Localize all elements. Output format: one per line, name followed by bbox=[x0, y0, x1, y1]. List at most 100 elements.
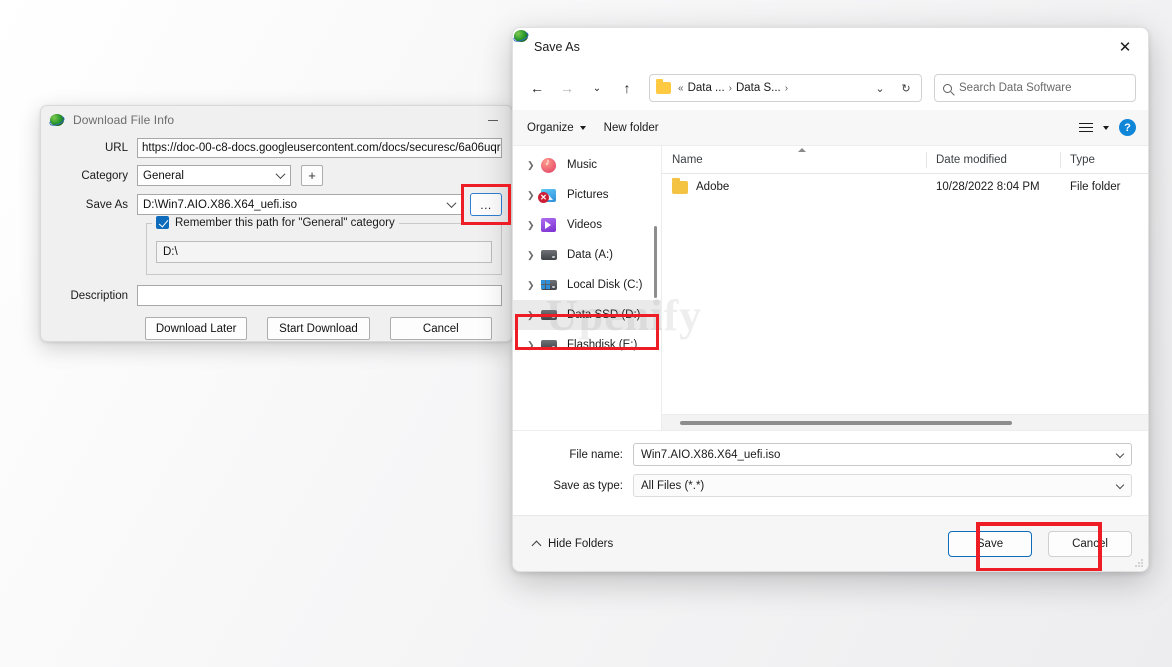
browse-button-wrap: ... bbox=[461, 184, 511, 225]
save-as-type-value: All Files (*.*) bbox=[641, 479, 705, 492]
breadcrumb-tail: ⌄ ↻ bbox=[867, 75, 919, 101]
forward-icon[interactable]: → bbox=[553, 74, 581, 102]
tree-item-flashdisk-e[interactable]: ❯ Flashdisk (E:) bbox=[513, 330, 661, 360]
minimize-button[interactable] bbox=[478, 108, 508, 132]
resize-grip[interactable] bbox=[1134, 558, 1144, 568]
file-name-row: File name: Win7.AIO.X86.X64_uefi.iso bbox=[529, 443, 1132, 466]
tree-item-pictures[interactable]: ❯ ✕ Pictures bbox=[513, 180, 661, 210]
expand-chevron-icon[interactable]: ❯ bbox=[527, 340, 541, 351]
add-category-button[interactable]: + bbox=[301, 165, 323, 186]
chevron-down-icon[interactable] bbox=[1103, 125, 1109, 130]
idm-button-bar: Download Later Start Download Cancel bbox=[145, 317, 492, 340]
save-as-type-select[interactable]: All Files (*.*) bbox=[633, 474, 1132, 497]
remember-path-field[interactable]: D:\ bbox=[156, 241, 492, 263]
expand-chevron-icon[interactable]: ❯ bbox=[527, 220, 541, 231]
category-label: Category bbox=[81, 169, 128, 182]
search-icon bbox=[943, 83, 952, 93]
new-folder-button[interactable]: New folder bbox=[604, 122, 659, 134]
description-input[interactable] bbox=[137, 285, 502, 306]
search-placeholder: Search Data Software bbox=[959, 82, 1072, 94]
expand-chevron-icon[interactable]: ❯ bbox=[527, 310, 541, 321]
organize-label: Organize bbox=[527, 121, 574, 134]
breadcrumb-crumb-2[interactable]: Data S... bbox=[736, 82, 781, 94]
tree-scrollbar[interactable] bbox=[654, 226, 657, 298]
file-list-column-headers: Name Date modified Type bbox=[662, 146, 1148, 174]
remember-path-checkbox[interactable] bbox=[156, 216, 169, 229]
breadcrumb-crumb-1[interactable]: Data ... bbox=[688, 82, 725, 94]
remember-path-group: Remember this path for "General" categor… bbox=[146, 216, 502, 275]
column-header-type[interactable]: Type bbox=[1060, 146, 1148, 174]
category-select[interactable]: General bbox=[137, 165, 291, 186]
file-list-pane: Name Date modified Type Adobe 10/28/2022… bbox=[661, 146, 1148, 430]
breadcrumb-separator-2: › bbox=[784, 82, 789, 94]
drive-icon bbox=[541, 310, 561, 320]
breadcrumb[interactable]: « Data ... › Data S... › ⌄ ↻ bbox=[649, 74, 922, 102]
tree-item-label: Local Disk (C:) bbox=[567, 279, 643, 291]
tree-item-music[interactable]: ❯ Music bbox=[513, 150, 661, 180]
tree-item-data-a[interactable]: ❯ Data (A:) bbox=[513, 240, 661, 270]
tree-item-data-ssd-d[interactable]: ❯ Data SSD (D:) bbox=[513, 300, 661, 330]
save-button[interactable]: Save bbox=[948, 530, 1032, 557]
tree-item-videos[interactable]: ❯ Videos bbox=[513, 210, 661, 240]
column-header-name[interactable]: Name bbox=[662, 146, 926, 174]
column-header-date-modified[interactable]: Date modified bbox=[926, 146, 1060, 174]
remember-path-label: Remember this path for "General" categor… bbox=[175, 216, 395, 229]
tree-item-local-disk-c[interactable]: ❯ Local Disk (C:) bbox=[513, 270, 661, 300]
up-icon[interactable]: ↑ bbox=[613, 74, 641, 102]
file-name-label: File name: bbox=[569, 448, 623, 461]
chevron-down-icon[interactable] bbox=[1115, 449, 1125, 458]
idm-cancel-button[interactable]: Cancel bbox=[389, 317, 492, 340]
command-bar-right: ? bbox=[1079, 119, 1136, 136]
file-list[interactable]: Adobe 10/28/2022 8:04 PM File folder bbox=[662, 174, 1148, 430]
description-label: Description bbox=[70, 289, 128, 302]
remember-path-legend: Remember this path for "General" categor… bbox=[152, 216, 399, 229]
recent-locations-icon[interactable]: ⌄ bbox=[583, 74, 611, 102]
help-icon[interactable]: ? bbox=[1119, 119, 1136, 136]
drive-icon bbox=[541, 250, 561, 260]
expand-chevron-icon[interactable]: ❯ bbox=[527, 160, 541, 171]
horizontal-scrollbar[interactable] bbox=[662, 414, 1148, 430]
breadcrumb-dropdown-icon[interactable]: ⌄ bbox=[867, 75, 893, 101]
navigation-tree: ❯ Music ❯ ✕ Pictures ❯ Videos ❯ D bbox=[513, 146, 661, 430]
save-as-fields: File name: Win7.AIO.X86.X64_uefi.iso Sav… bbox=[513, 430, 1148, 515]
save-as-dialog: Save As ✕ ← → ⌄ ↑ « Data ... › Data S...… bbox=[512, 27, 1149, 572]
back-icon[interactable]: ← bbox=[523, 74, 551, 102]
save-as-cancel-button[interactable]: Cancel bbox=[1048, 530, 1132, 557]
breadcrumb-separator: › bbox=[728, 82, 732, 94]
chevron-down-icon bbox=[446, 197, 457, 208]
search-input[interactable]: Search Data Software bbox=[934, 74, 1136, 102]
save-as-navigation-bar: ← → ⌄ ↑ « Data ... › Data S... › ⌄ ↻ Sea… bbox=[513, 66, 1148, 110]
save-as-actions: Save Cancel bbox=[948, 530, 1132, 557]
file-name-input[interactable]: Win7.AIO.X86.X64_uefi.iso bbox=[633, 443, 1132, 466]
refresh-icon[interactable]: ↻ bbox=[893, 75, 919, 101]
music-icon bbox=[541, 157, 561, 173]
category-value: General bbox=[143, 169, 184, 182]
close-icon[interactable]: ✕ bbox=[1102, 28, 1148, 66]
chevron-down-icon[interactable] bbox=[1115, 480, 1125, 489]
folder-icon bbox=[672, 177, 688, 194]
save-as-command-bar: Organize New folder ? bbox=[513, 110, 1148, 146]
table-row[interactable]: Adobe 10/28/2022 8:04 PM File folder bbox=[662, 174, 1148, 200]
hide-folders-toggle[interactable]: Hide Folders bbox=[531, 537, 614, 550]
browse-button[interactable]: ... bbox=[470, 193, 502, 216]
hide-folders-label: Hide Folders bbox=[548, 537, 614, 550]
horizontal-scrollbar-thumb[interactable] bbox=[680, 421, 1012, 425]
expand-chevron-icon[interactable]: ❯ bbox=[527, 250, 541, 261]
save-as-path-select[interactable]: D:\Win7.AIO.X86.X64_uefi.iso bbox=[137, 194, 462, 215]
save-as-titlebar: Save As ✕ bbox=[513, 28, 1148, 66]
file-date-cell: 10/28/2022 8:04 PM bbox=[936, 181, 1040, 193]
idm-dialog-body: URL https://doc-00-c8-docs.googleusercon… bbox=[41, 134, 512, 340]
view-options-icon[interactable] bbox=[1079, 122, 1093, 133]
save-as-main: ❯ Music ❯ ✕ Pictures ❯ Videos ❯ D bbox=[513, 146, 1148, 430]
organize-menu[interactable]: Organize bbox=[527, 122, 586, 134]
start-download-button[interactable]: Start Download bbox=[267, 317, 370, 340]
chevron-up-icon bbox=[531, 540, 542, 550]
tree-item-label: Pictures bbox=[567, 189, 609, 201]
save-as-path-value: D:\Win7.AIO.X86.X64_uefi.iso bbox=[143, 198, 298, 211]
file-name-text: Adobe bbox=[696, 181, 730, 193]
download-later-button[interactable]: Download Later bbox=[145, 317, 248, 340]
sort-ascending-icon bbox=[798, 148, 806, 152]
url-field[interactable]: https://doc-00-c8-docs.googleusercontent… bbox=[137, 138, 502, 158]
save-as-row: Save As D:\Win7.AIO.X86.X64_uefi.iso ... bbox=[51, 184, 511, 225]
expand-chevron-icon[interactable]: ❯ bbox=[527, 280, 541, 291]
